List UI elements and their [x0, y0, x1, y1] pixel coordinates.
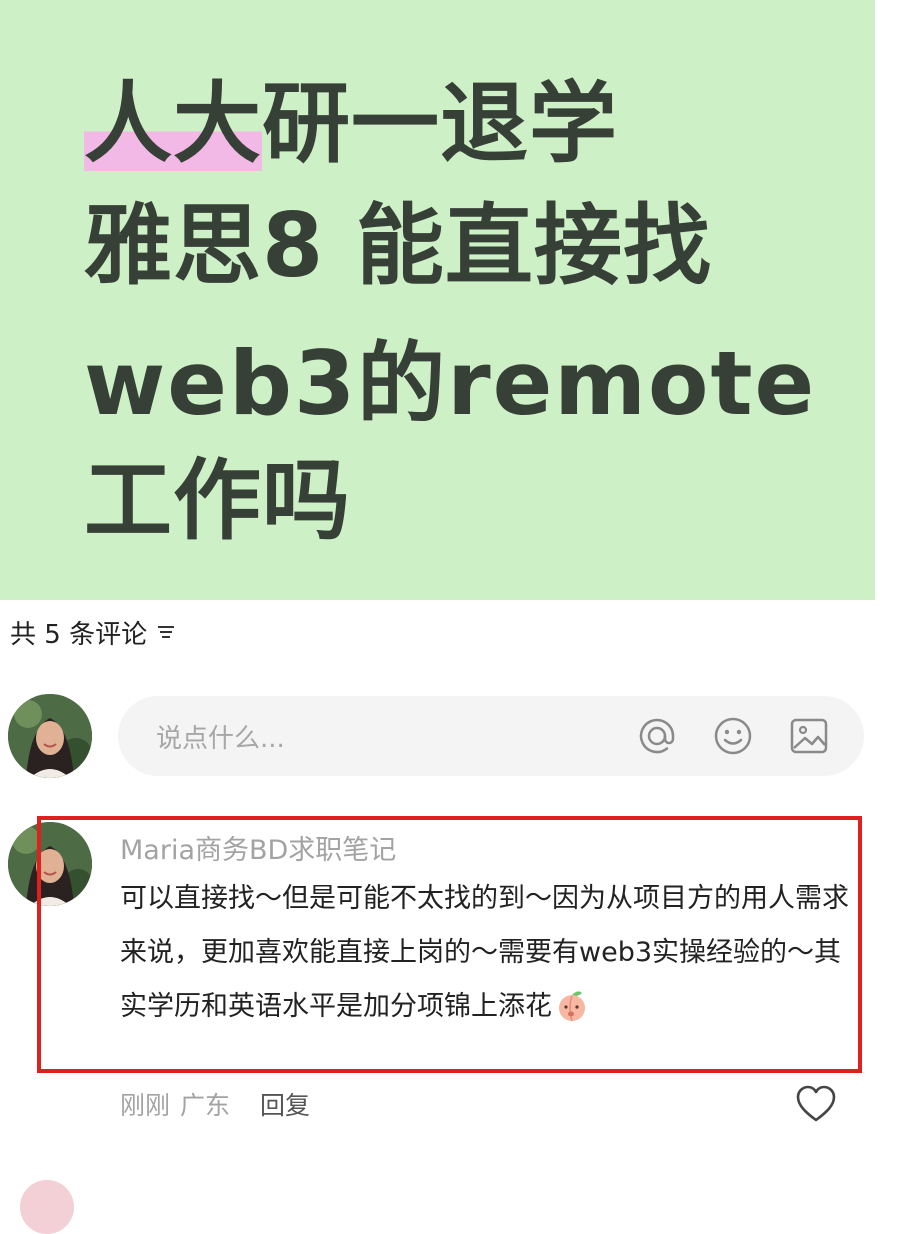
- heart-icon[interactable]: [795, 1084, 837, 1124]
- cover-line-1-rest: 研一退学: [262, 72, 619, 175]
- reply-button[interactable]: 回复: [260, 1086, 310, 1122]
- my-avatar[interactable]: [8, 694, 92, 778]
- comment-input-bar[interactable]: 说点什么...: [118, 696, 864, 776]
- comment-body: 可以直接找～但是可能不太找的到～因为从项目方的用人需求来说，更加喜欢能直接上岗的…: [120, 883, 849, 1022]
- comment-location: 广东: [180, 1091, 231, 1120]
- comments-header[interactable]: 共 5 条评论: [10, 612, 177, 652]
- at-icon[interactable]: [636, 715, 678, 757]
- image-icon[interactable]: [788, 715, 830, 757]
- comment-time: 刚刚: [120, 1091, 171, 1120]
- comment-author-name[interactable]: Maria商务BD求职笔记: [120, 828, 396, 867]
- cover-line-1: 人大研一退学: [84, 72, 618, 175]
- comment-text: 可以直接找～但是可能不太找的到～因为从项目方的用人需求来说，更加喜欢能直接上岗的…: [120, 872, 860, 1034]
- cover-line-4: 工作吗: [84, 449, 352, 552]
- next-comment-avatar[interactable]: [20, 1180, 74, 1234]
- post-cover: 人大研一退学 雅思8 能直接找 web3的remote 工作吗: [0, 0, 875, 600]
- comments-count: 共 5 条评论: [10, 619, 148, 650]
- cover-line-3: web3的remote: [84, 332, 817, 435]
- cover-line-2: 雅思8 能直接找: [84, 194, 712, 297]
- filter-icon[interactable]: [155, 621, 177, 643]
- comment-meta: 刚刚 广东 回复: [120, 1086, 310, 1122]
- input-actions: [636, 715, 864, 757]
- emoji-icon[interactable]: [712, 715, 754, 757]
- cover-highlight: 人大: [84, 72, 263, 175]
- peach-emoji-icon: [559, 991, 585, 1022]
- comment-input[interactable]: 说点什么...: [118, 718, 636, 755]
